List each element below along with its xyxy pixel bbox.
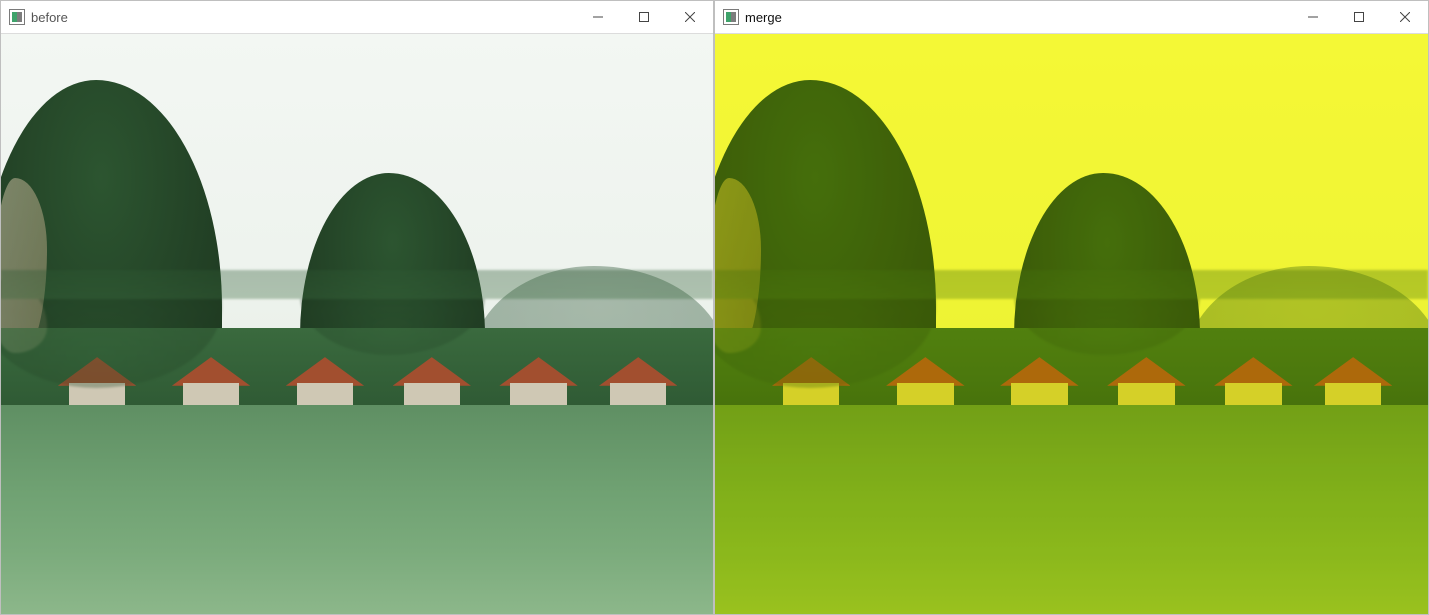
window-title: merge bbox=[745, 10, 782, 25]
image-viewport-before bbox=[1, 33, 713, 614]
titlebar-merge[interactable]: merge bbox=[715, 1, 1428, 33]
window-title: before bbox=[31, 10, 68, 25]
window-merge: merge bbox=[714, 0, 1429, 615]
close-button[interactable] bbox=[1382, 1, 1428, 33]
app-icon bbox=[9, 9, 25, 25]
maximize-button[interactable] bbox=[621, 1, 667, 33]
minimize-button[interactable] bbox=[1290, 1, 1336, 33]
desktop: before bbox=[0, 0, 1429, 615]
window-controls bbox=[575, 1, 713, 33]
close-button[interactable] bbox=[667, 1, 713, 33]
image-viewport-merge bbox=[715, 33, 1428, 614]
minimize-button[interactable] bbox=[575, 1, 621, 33]
app-icon bbox=[723, 9, 739, 25]
window-controls bbox=[1290, 1, 1428, 33]
window-before: before bbox=[0, 0, 714, 615]
image-content bbox=[715, 34, 1428, 614]
image-content bbox=[1, 34, 713, 614]
maximize-button[interactable] bbox=[1336, 1, 1382, 33]
titlebar-before[interactable]: before bbox=[1, 1, 713, 33]
